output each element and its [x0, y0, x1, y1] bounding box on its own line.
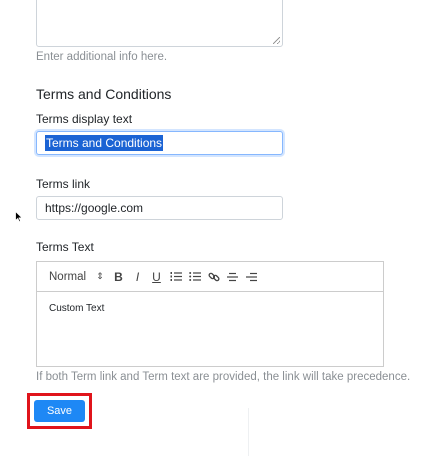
mouse-cursor-icon: [15, 211, 23, 223]
format-select[interactable]: Normal ⇕: [49, 271, 111, 283]
settings-form: Enter additional info here. Terms and Co…: [0, 0, 429, 456]
terms-text-label: Terms Text: [36, 240, 94, 254]
additional-info-help: Enter additional info here.: [36, 51, 168, 63]
selected-text: Terms and Conditions: [45, 135, 164, 151]
editor-content-text: Custom Text: [49, 303, 105, 314]
align-center-icon[interactable]: [225, 268, 240, 286]
terms-text-editor: Normal ⇕ B I U Custom Text: [36, 261, 384, 367]
bullet-list-icon[interactable]: [187, 268, 202, 286]
format-select-value: Normal: [49, 270, 87, 283]
bold-icon[interactable]: B: [111, 268, 126, 286]
terms-display-text-input[interactable]: Terms and Conditions: [36, 131, 283, 155]
save-button[interactable]: Save: [34, 400, 85, 422]
link-icon[interactable]: [206, 268, 221, 286]
terms-display-text-label: Terms display text: [36, 112, 133, 126]
terms-section-title: Terms and Conditions: [36, 86, 172, 102]
ordered-list-icon[interactable]: [168, 268, 183, 286]
resize-handle-icon[interactable]: [273, 37, 280, 44]
terms-link-value: https://google.com: [45, 201, 144, 215]
editor-content[interactable]: Custom Text: [37, 292, 383, 325]
terms-link-input[interactable]: https://google.com: [36, 196, 283, 220]
italic-icon[interactable]: I: [130, 268, 145, 286]
terms-text-help: If both Term link and Term text are prov…: [36, 371, 411, 383]
divider: [248, 408, 249, 456]
editor-toolbar: Normal ⇕ B I U: [37, 262, 383, 292]
additional-info-textarea[interactable]: [36, 0, 283, 47]
underline-icon[interactable]: U: [149, 268, 164, 286]
terms-link-label: Terms link: [36, 177, 91, 191]
align-right-icon[interactable]: [244, 268, 259, 286]
select-arrows-icon: ⇕: [96, 271, 104, 281]
